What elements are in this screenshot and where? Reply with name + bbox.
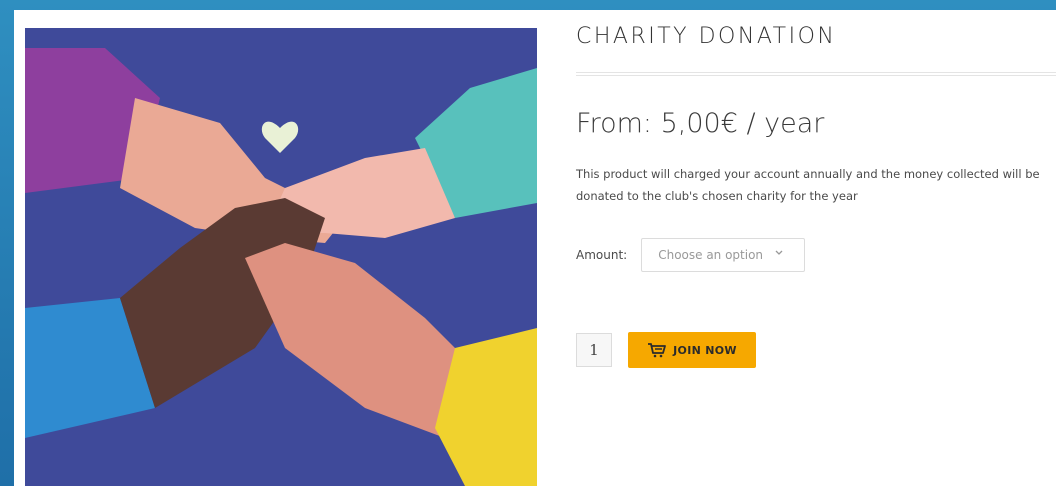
product-title: CHARITY DONATION — [576, 24, 837, 49]
chevron-down-icon — [775, 250, 783, 255]
amount-select-value: Choose an option — [658, 248, 764, 262]
add-to-cart-row: 1 JOIN NOW — [576, 332, 756, 368]
product-description: This product will charged your account a… — [576, 167, 1040, 203]
product-image — [25, 28, 537, 486]
join-now-button[interactable]: JOIN NOW — [628, 332, 756, 368]
product-page: CHARITY DONATION From: 5,00€ / year This… — [14, 10, 1056, 486]
amount-select[interactable]: Choose an option — [641, 238, 806, 272]
title-divider — [576, 72, 1056, 76]
hands-illustration — [25, 28, 537, 486]
product-details: CHARITY DONATION From: 5,00€ / year This… — [576, 10, 1056, 486]
product-price: From: 5,00€ / year — [576, 108, 825, 139]
quantity-input[interactable]: 1 — [576, 333, 612, 367]
join-now-label: JOIN NOW — [673, 343, 737, 357]
amount-row: Amount: Choose an option — [576, 238, 806, 272]
amount-label: Amount: — [576, 248, 628, 262]
cart-icon — [648, 343, 667, 358]
